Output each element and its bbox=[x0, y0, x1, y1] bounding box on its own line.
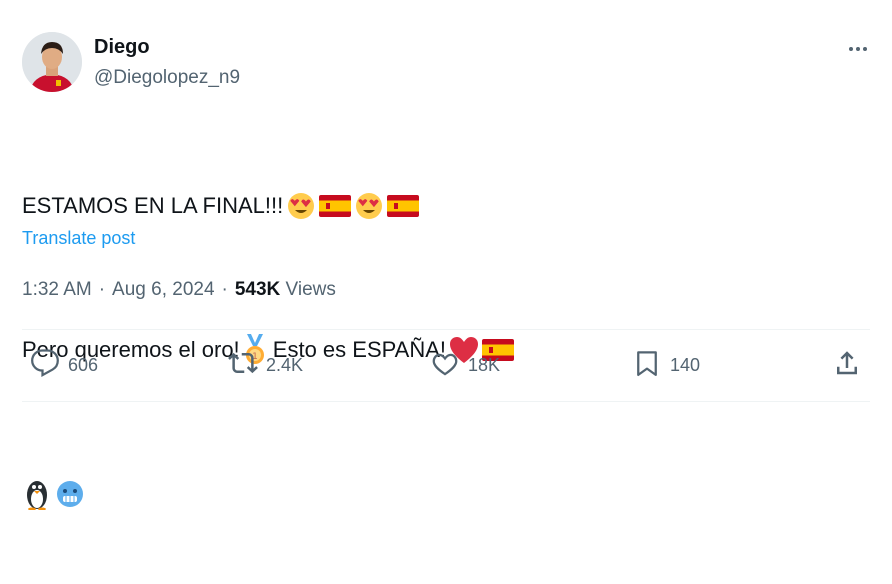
divider bbox=[22, 401, 870, 402]
repost-icon bbox=[228, 348, 266, 383]
tweet-line-1: ESTAMOS EN LA FINAL!!! bbox=[22, 188, 514, 224]
heart-eyes-emoji bbox=[286, 191, 316, 221]
translate-post-link[interactable]: Translate post bbox=[22, 228, 135, 249]
more-options-icon[interactable] bbox=[846, 37, 870, 61]
reply-count: 606 bbox=[68, 354, 99, 375]
share-button[interactable] bbox=[832, 340, 870, 390]
author-name[interactable]: Diego bbox=[94, 36, 150, 59]
reply-icon bbox=[30, 348, 68, 383]
repost-button[interactable]: 2.4K bbox=[228, 340, 303, 390]
like-count: 18K bbox=[468, 354, 501, 375]
post-meta: 1:32 AM · Aug 6, 2024 · 543K Views bbox=[22, 279, 336, 301]
heart-icon bbox=[430, 348, 468, 383]
action-bar: 606 2.4K 18K 140 bbox=[22, 340, 870, 390]
author-handle[interactable]: @Diegolopez_n9 bbox=[94, 67, 240, 89]
views-count: 543K bbox=[234, 279, 281, 300]
bookmark-count: 140 bbox=[670, 354, 701, 375]
tweet-line-1-text: ESTAMOS EN LA FINAL!!! bbox=[22, 193, 284, 218]
bookmark-icon bbox=[632, 348, 670, 383]
heart-eyes-emoji bbox=[354, 191, 384, 221]
spain-flag-emoji bbox=[387, 195, 420, 217]
post-date[interactable]: Aug 6, 2024 bbox=[112, 279, 214, 301]
cold-face-emoji bbox=[55, 479, 85, 509]
repost-count: 2.4K bbox=[266, 354, 304, 375]
spain-flag-emoji bbox=[319, 195, 352, 217]
tweet-line-3 bbox=[22, 476, 514, 512]
reply-button[interactable]: 606 bbox=[30, 340, 98, 390]
divider bbox=[22, 329, 870, 330]
meta-separator: · bbox=[221, 279, 228, 300]
bookmark-button[interactable]: 140 bbox=[632, 340, 700, 390]
views-label: Views bbox=[280, 279, 336, 300]
avatar[interactable] bbox=[22, 32, 82, 92]
penguin-emoji bbox=[22, 478, 52, 510]
share-icon bbox=[832, 348, 870, 383]
tweet: Diego @Diegolopez_n9 ESTAMOS EN LA FINAL… bbox=[0, 0, 892, 510]
like-button[interactable]: 18K bbox=[430, 340, 500, 390]
post-time[interactable]: 1:32 AM bbox=[22, 279, 92, 301]
meta-separator: · bbox=[98, 279, 106, 300]
